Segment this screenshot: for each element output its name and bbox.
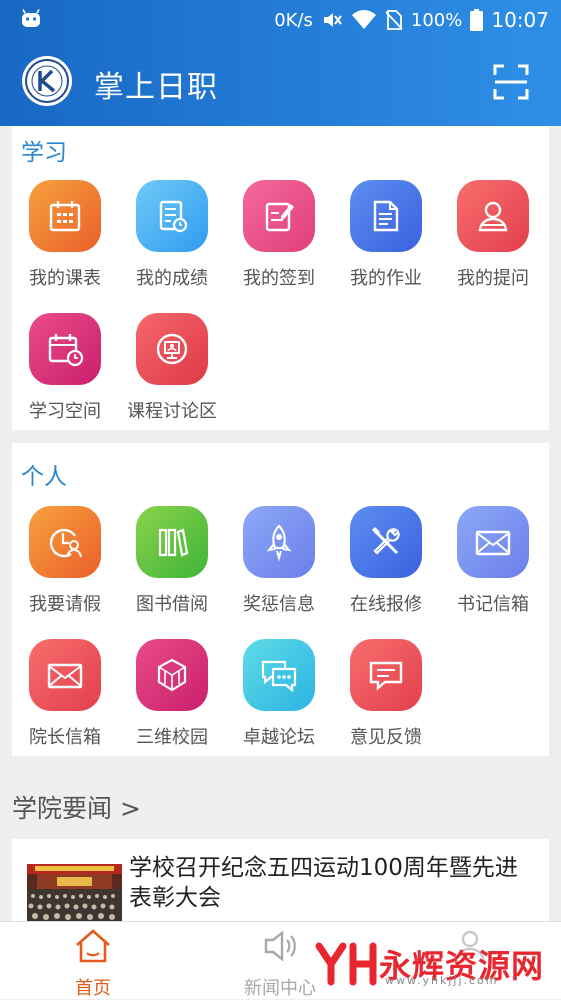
tile-rewards-penalties[interactable]: 奖惩信息: [226, 506, 332, 616]
news-title: 学校召开纪念五四运动100周年暨先进表彰大会: [129, 855, 518, 911]
checkin-icon: [243, 180, 315, 252]
news-item[interactable]: 学校召开纪念五四运动100周年暨先进表彰大会: [12, 839, 549, 921]
site-watermark: 永辉资源网 www.yhkjjj.com: [315, 942, 544, 987]
rocket-icon: [243, 506, 315, 578]
battery-icon: [470, 9, 484, 31]
home-icon: [76, 929, 110, 963]
news-section-header[interactable]: 学院要闻 >: [12, 789, 141, 825]
tile-my-grades[interactable]: 我的成绩: [119, 180, 225, 290]
tile-my-schedule[interactable]: 我的课表: [12, 180, 118, 290]
network-speed: 0K/s: [274, 9, 313, 31]
mail-icon: [457, 506, 529, 578]
study-section: 学习 我的课表 我的成绩 我的签到 我的作业 我的提问 学习空间 课程讨论区: [12, 126, 549, 430]
tab-label: 首页: [75, 978, 111, 999]
tile-label: 我的课表: [29, 268, 101, 289]
tile-my-checkin[interactable]: 我的签到: [226, 180, 332, 290]
section-title: 学习: [21, 140, 67, 166]
homework-icon: [350, 180, 422, 252]
books-icon: [136, 506, 208, 578]
feedback-icon: [350, 639, 422, 711]
title-bar: 掌上日职: [0, 48, 561, 118]
tile-label: 三维校园: [136, 727, 208, 748]
clock: 10:07: [491, 8, 549, 32]
mute-icon: [323, 13, 342, 27]
tile-3d-campus[interactable]: 三维校园: [119, 639, 225, 749]
tools-icon: [350, 506, 422, 578]
tile-president-mailbox[interactable]: 院长信箱: [12, 639, 118, 749]
tile-label: 奖惩信息: [243, 594, 315, 615]
calendar-icon: [29, 180, 101, 252]
tile-label: 在线报修: [350, 594, 422, 615]
tile-label: 我的提问: [457, 268, 529, 289]
tile-my-homework[interactable]: 我的作业: [333, 180, 439, 290]
speaker-icon: [264, 930, 296, 962]
scan-icon[interactable]: [493, 64, 529, 100]
tile-label: 学习空间: [29, 401, 101, 422]
tile-study-space[interactable]: 学习空间: [12, 313, 118, 423]
status-bar: 0K/s 100% 10:07: [0, 0, 561, 40]
presentation-icon: [136, 313, 208, 385]
tile-secretary-mailbox[interactable]: 书记信箱: [440, 506, 546, 616]
question-user-icon: [457, 180, 529, 252]
study-calendar-icon: [29, 313, 101, 385]
tile-request-leave[interactable]: 我要请假: [12, 506, 118, 616]
tile-label: 意见反馈: [350, 727, 422, 748]
tile-label: 图书借阅: [136, 594, 208, 615]
tile-label: 书记信箱: [457, 594, 529, 615]
tile-excellence-forum[interactable]: 卓越论坛: [226, 639, 332, 749]
tile-online-repair[interactable]: 在线报修: [333, 506, 439, 616]
tile-label: 我的签到: [243, 268, 315, 289]
school-logo: [22, 56, 72, 106]
app-title: 掌上日职: [94, 70, 218, 105]
wifi-icon: [351, 10, 376, 29]
cube-icon: [136, 639, 208, 711]
section-title: 个人: [21, 464, 67, 490]
grade-report-icon: [136, 180, 208, 252]
chat-bubbles-icon: [243, 639, 315, 711]
mail-icon: [29, 639, 101, 711]
app-header: 0K/s 100% 10:07 掌上日职: [0, 0, 561, 126]
personal-section: 个人 我要请假 图书借阅 奖惩信息 在线报修 书记信箱 院长信箱 三维校园 卓越…: [12, 443, 549, 756]
leave-clock-icon: [29, 506, 101, 578]
tile-feedback[interactable]: 意见反馈: [333, 639, 439, 749]
watermark-logo-icon: [315, 942, 377, 986]
tile-my-questions[interactable]: 我的提问: [440, 180, 546, 290]
tile-label: 我的成绩: [136, 268, 208, 289]
news-thumbnail: [27, 864, 122, 921]
tile-label: 我要请假: [29, 594, 101, 615]
tile-course-discussion[interactable]: 课程讨论区: [119, 313, 225, 423]
tile-library[interactable]: 图书借阅: [119, 506, 225, 616]
tile-label: 院长信箱: [29, 727, 101, 748]
android-icon: [22, 9, 40, 27]
tile-label: 我的作业: [350, 268, 422, 289]
tile-label: 课程讨论区: [127, 401, 217, 422]
tab-home[interactable]: 首页: [23, 922, 163, 1000]
tile-label: 卓越论坛: [243, 727, 315, 748]
no-sim-icon: [385, 10, 403, 30]
watermark-url: www.yhkjjj.com: [385, 974, 499, 987]
battery-percent: 100%: [410, 9, 463, 31]
